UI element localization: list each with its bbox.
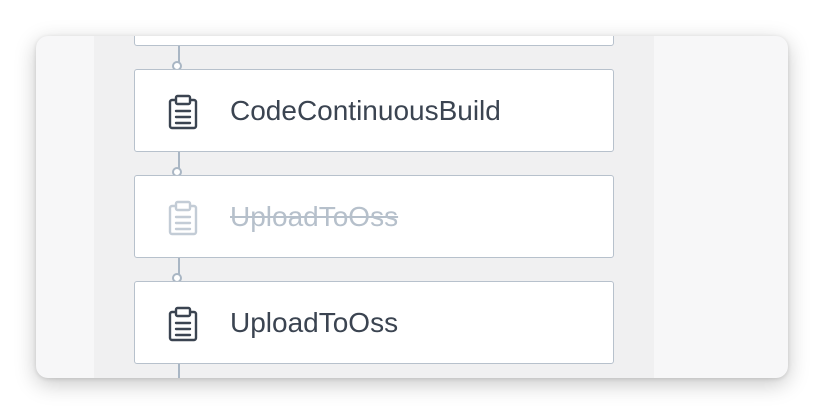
clipboard-icon (166, 306, 200, 342)
step-name: CodeContinuousBuild (230, 95, 501, 126)
connector-line (178, 362, 180, 378)
clipboard-icon (166, 200, 200, 236)
step-name: UploadToOss (230, 307, 399, 338)
step-name: UploadToOss (230, 201, 399, 232)
pipeline-step-card[interactable]: UploadToOss (134, 281, 614, 364)
clipboard-icon (166, 94, 200, 130)
pipeline-step-card[interactable]: CodeContinuousBuild (134, 69, 614, 152)
pipeline-window: CodeContinuousBuild UploadToOss UploadTo… (36, 36, 788, 378)
pipeline-step-card[interactable] (134, 36, 614, 46)
pipeline-step-card-disabled[interactable]: UploadToOss (134, 175, 614, 258)
